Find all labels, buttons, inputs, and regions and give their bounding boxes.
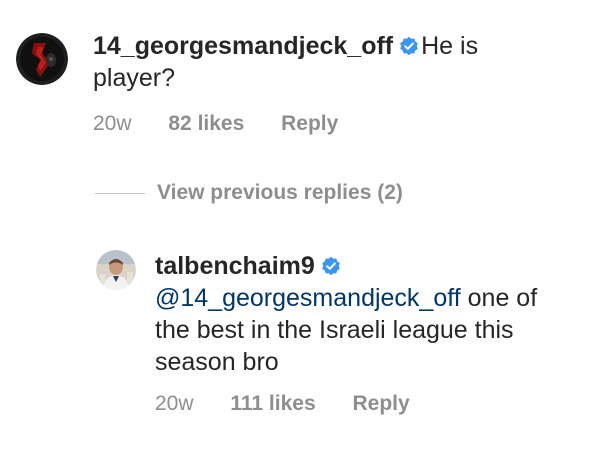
comment-line-2: player? [93, 64, 175, 92]
comment-reply-button[interactable]: Reply [281, 112, 338, 136]
comment-text: He is [421, 32, 479, 60]
reply-avatar[interactable] [96, 250, 136, 290]
view-previous-replies[interactable]: View previous replies (2) [95, 180, 403, 206]
reply-line-2: @14_georgesmandjeck_off one of [155, 282, 537, 314]
reply-mention-link[interactable]: @14_georgesmandjeck_off [155, 284, 461, 312]
comment-meta: 20w 82 likes Reply [93, 112, 338, 136]
verified-badge-icon [321, 252, 341, 276]
comment: 14_georgesmandjeck_off He is player? 20w … [0, 0, 600, 160]
avatar[interactable] [16, 33, 68, 85]
reply-username[interactable]: talbenchaim9 [155, 252, 315, 280]
reply-likes[interactable]: 111 likes [230, 392, 315, 416]
reply-timestamp[interactable]: 20w [155, 392, 194, 416]
reply-comment: talbenchaim9 @14_georgesmandjeck_off one… [0, 230, 600, 430]
verified-badge-icon [399, 32, 419, 56]
comment-body: 14_georgesmandjeck_off He is player? [93, 30, 478, 94]
comment-line-1: 14_georgesmandjeck_off He is [93, 30, 478, 62]
reply-line-3: the best in the Israeli league this [155, 316, 514, 344]
reply-meta: 20w 111 likes Reply [155, 392, 410, 416]
reply-reply-button[interactable]: Reply [352, 392, 409, 416]
reply-body: talbenchaim9 @14_georgesmandjeck_off one… [155, 250, 537, 378]
reply-text: one of [460, 284, 538, 312]
comment-username[interactable]: 14_georgesmandjeck_off [93, 32, 393, 60]
comment-timestamp[interactable]: 20w [93, 112, 132, 136]
comment-likes[interactable]: 82 likes [168, 112, 244, 136]
reply-line-1: talbenchaim9 [155, 250, 537, 282]
view-previous-replies-label[interactable]: View previous replies (2) [157, 181, 403, 205]
reply-line-4: season bro [155, 348, 279, 376]
divider [95, 192, 145, 194]
